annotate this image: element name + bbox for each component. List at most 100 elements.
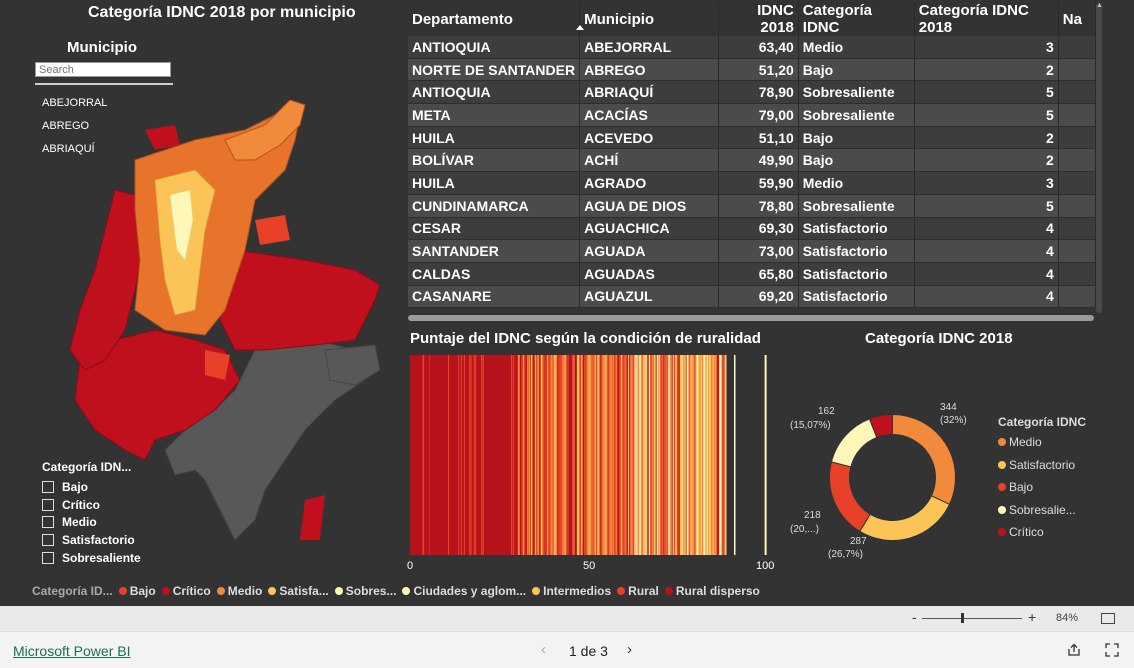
share-icon[interactable]	[1067, 643, 1081, 657]
power-bi-link[interactable]: Microsoft Power BI	[13, 643, 130, 659]
zoom-out-button[interactable]: -	[912, 609, 917, 625]
donut-slice-medio[interactable]	[892, 413, 956, 505]
rurality-stripe	[584, 355, 586, 555]
bottom-legend-item[interactable]: Medio	[216, 584, 262, 598]
bottom-legend-item[interactable]: Satisfa...	[268, 584, 329, 598]
category-check-satisfactorio[interactable]: Satisfactorio	[42, 533, 135, 547]
bottom-legend: Categoría ID... Bajo Crítico Medio Satisfa..…	[32, 584, 766, 598]
rurality-stripe	[460, 355, 462, 555]
table-scroll-up-icon[interactable]: ▲	[1096, 2, 1103, 10]
category-check-critico[interactable]: Crítico	[42, 498, 100, 512]
zoom-slider[interactable]	[922, 618, 1022, 619]
table-row[interactable]: ANTIOQUIA ABRIAQUÍ 78,90 Sobresaliente 5	[408, 80, 1096, 105]
cell-categoria-idnc: Satisfactorio	[798, 285, 915, 309]
rurality-stripe	[440, 355, 442, 555]
table-row[interactable]: HUILA AGRADO 59,90 Medio 3	[408, 171, 1096, 195]
cell-idnc-2018: 69,30	[718, 217, 799, 241]
cell-idnc-2018: 78,90	[718, 80, 799, 105]
bottom-legend-item[interactable]: Ciudades y aglom...	[402, 584, 526, 598]
table-horizontal-scrollbar[interactable]	[408, 315, 1094, 321]
rurality-stripe	[686, 355, 688, 555]
rurality-stripe	[455, 355, 457, 555]
rurality-stripe	[517, 355, 519, 555]
rurality-stripe	[700, 355, 702, 555]
bottom-legend-item[interactable]: Sobres...	[334, 584, 396, 598]
rurality-stripe	[426, 355, 428, 555]
rurality-stripe	[707, 355, 709, 555]
cell-idnc-2018: 73,00	[718, 239, 799, 263]
category-check-sobresaliente[interactable]: Sobresaliente	[42, 551, 141, 565]
table-container: Departamento Municipio IDNC 2018 Categor…	[408, 0, 1096, 318]
rurality-stripe	[719, 355, 722, 555]
rurality-stripe	[597, 355, 600, 555]
checkbox-icon[interactable]	[42, 481, 54, 493]
rurality-stripe	[587, 355, 589, 555]
donut-legend-item[interactable]: Satisfactorio	[998, 458, 1075, 472]
table-vertical-scrollbar[interactable]	[1096, 3, 1102, 313]
cell-na	[1058, 103, 1096, 127]
zoom-in-button[interactable]: +	[1028, 609, 1036, 625]
cell-categoria-idnc: Bajo	[798, 58, 915, 82]
fullscreen-icon[interactable]	[1105, 643, 1119, 657]
colombia-choropleth-map[interactable]	[55, 100, 395, 555]
bottom-legend-item[interactable]: Rural	[617, 584, 659, 598]
checkbox-icon[interactable]	[42, 516, 54, 528]
table-row[interactable]: CASANARE AGUAZUL 69,20 Satisfactorio 4	[408, 285, 1096, 309]
donut-chart[interactable]	[820, 405, 965, 550]
zoom-slider-handle[interactable]	[961, 613, 964, 623]
col-municipio[interactable]: Municipio	[579, 2, 719, 36]
legend-dot-icon	[998, 460, 1006, 469]
checkbox-icon[interactable]	[42, 552, 54, 564]
bottom-legend-title: Categoría ID...	[32, 584, 113, 598]
table-row[interactable]: META ACACÍAS 79,00 Sobresaliente 5	[408, 103, 1096, 127]
checkbox-icon[interactable]	[42, 534, 54, 546]
donut-slice-bajo[interactable]	[829, 461, 871, 533]
donut-slice-sobresaliente[interactable]	[830, 418, 878, 468]
rurality-stripe	[713, 355, 716, 555]
prev-page-chevron-icon[interactable]: ‹	[541, 641, 546, 658]
rurality-stripe	[618, 355, 621, 555]
rurality-stripe	[590, 355, 592, 555]
col-departamento[interactable]: Departamento	[408, 2, 581, 36]
col-categoria-idnc-2018[interactable]: Categoría IDNC 2018	[914, 2, 1059, 36]
cell-na	[1058, 171, 1096, 195]
category-check-bajo[interactable]: Bajo	[42, 480, 88, 494]
bottom-legend-item[interactable]: Bajo	[118, 584, 156, 598]
category-check-medio[interactable]: Medio	[42, 515, 97, 529]
donut-legend-item[interactable]: Crítico	[998, 525, 1044, 539]
rurality-stripe	[428, 355, 430, 555]
donut-legend-item[interactable]: Medio	[998, 435, 1042, 449]
col-idnc-2018[interactable]: IDNC 2018	[718, 2, 799, 36]
next-page-chevron-icon[interactable]: ›	[627, 641, 632, 658]
rurality-stripe	[632, 355, 634, 555]
table-row[interactable]: HUILA ACEVEDO 51,10 Bajo 2	[408, 126, 1096, 150]
sort-ascending-icon[interactable]	[576, 25, 584, 30]
fit-to-page-icon[interactable]	[1101, 613, 1115, 624]
rurality-barcode-chart[interactable]	[405, 355, 775, 575]
donut-slice-satisfactorio[interactable]	[859, 495, 951, 541]
table-row[interactable]: NORTE DE SANTANDER ABREGO 51,20 Bajo 2	[408, 58, 1096, 82]
bottom-legend-item[interactable]: Intermedios	[532, 584, 611, 598]
table-row[interactable]: CALDAS AGUADAS 65,80 Satisfactorio 4	[408, 262, 1096, 286]
municipio-search-input[interactable]	[35, 62, 171, 77]
table-row[interactable]: ANTIOQUIA ABEJORRAL 63,40 Medio 3	[408, 36, 1096, 59]
table-row[interactable]: CUNDINAMARCA AGUA DE DIOS 78,80 Sobresalien…	[408, 194, 1096, 218]
rurality-stripe	[703, 355, 705, 555]
rurality-stripe	[636, 355, 638, 555]
donut-legend-item[interactable]: Bajo	[998, 480, 1033, 494]
rurality-stripe	[639, 355, 641, 555]
col-na[interactable]: Na	[1058, 2, 1096, 36]
rurality-stripe	[638, 355, 640, 555]
table-row[interactable]: SANTANDER AGUADA 73,00 Satisfactorio 4	[408, 239, 1096, 263]
table-row[interactable]: BOLÍVAR ACHÍ 49,90 Bajo 2	[408, 148, 1096, 173]
rurality-stripe	[653, 355, 655, 555]
donut-legend-item[interactable]: Sobresalie...	[998, 503, 1076, 517]
bottom-legend-item[interactable]: Crítico	[161, 584, 211, 598]
checkbox-icon[interactable]	[42, 499, 54, 511]
rurality-stripe	[469, 355, 471, 555]
bottom-legend-item[interactable]: Rural disperso	[664, 584, 760, 598]
col-categoria-idnc[interactable]: Categoría IDNC	[798, 2, 915, 36]
rurality-stripe	[518, 355, 520, 555]
table-row[interactable]: CESAR AGUACHICA 69,30 Satisfactorio 4	[408, 217, 1096, 241]
rurality-stripe	[539, 355, 541, 555]
